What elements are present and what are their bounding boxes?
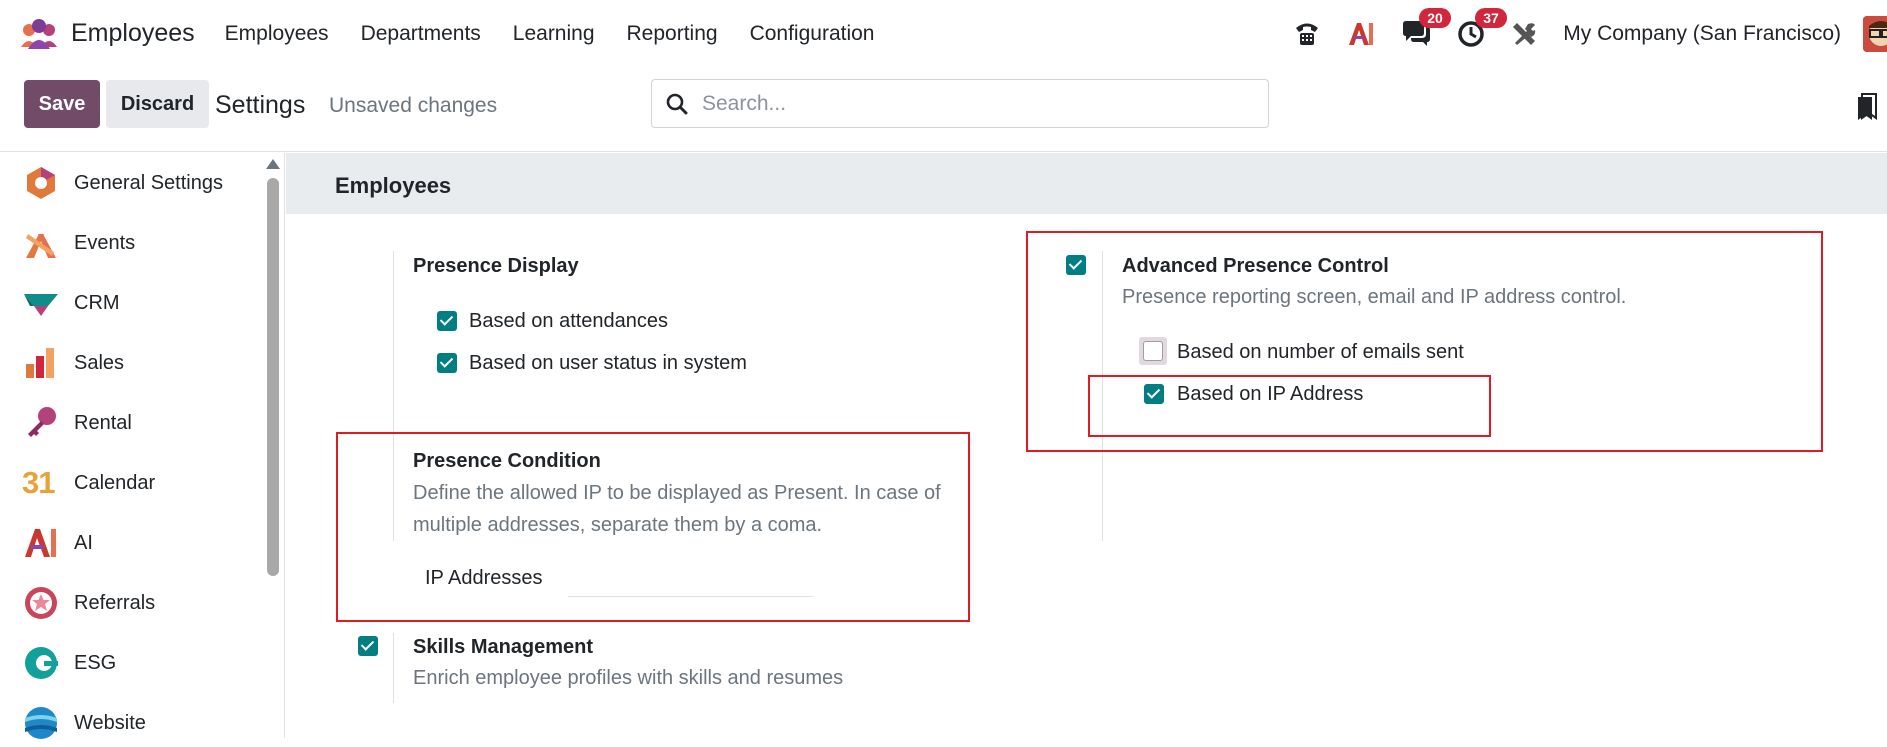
menu-item-learning[interactable]: Learning [513, 22, 595, 46]
settings-sidebar: General Settings Events CRM Sales Rental… [0, 153, 285, 739]
search-input[interactable] [702, 91, 1242, 116]
checkbox-based-on-attendances[interactable] [437, 311, 457, 331]
sidebar-item-sales[interactable]: Sales [22, 343, 124, 383]
events-icon [22, 224, 60, 262]
rental-icon [22, 404, 60, 442]
sidebar-item-label: Sales [74, 351, 125, 374]
sidebar-item-referrals[interactable]: Referrals [22, 583, 155, 623]
bookmark-icon[interactable] [1857, 93, 1877, 126]
option-label[interactable]: Based on user status in system [469, 352, 747, 375]
sidebar-item-crm[interactable]: CRM [22, 283, 120, 323]
ai-icon [22, 524, 60, 562]
sidebar-item-label: Referrals [74, 591, 156, 614]
general-settings-icon [22, 164, 60, 202]
ai-icon[interactable] [1347, 21, 1375, 47]
activities-icon[interactable]: 37 [1457, 7, 1507, 48]
presence-display-title: Presence Display [413, 255, 579, 277]
activities-badge: 37 [1475, 7, 1507, 28]
top-navbar: Employees Employees Departments Learning… [0, 0, 1887, 67]
sidebar-item-calendar[interactable]: 31 Calendar [22, 463, 155, 503]
control-panel: Save Discard Settings Unsaved changes [0, 67, 1887, 152]
sidebar-item-rental[interactable]: Rental [22, 403, 132, 443]
sidebar-item-label: AI [74, 531, 93, 554]
option-label[interactable]: Based on attendances [469, 310, 668, 333]
messages-badge: 20 [1419, 7, 1451, 28]
sidebar-item-label: Rental [74, 411, 132, 434]
menu-item-departments[interactable]: Departments [361, 22, 481, 46]
sales-icon [22, 344, 60, 382]
section-title: Employees [286, 153, 1887, 214]
sidebar-item-label: Website [74, 711, 146, 734]
website-icon [22, 704, 60, 742]
settings-tools-icon[interactable] [1511, 21, 1537, 47]
sidebar-item-label: Calendar [74, 471, 156, 494]
main-menu: Employees Departments Learning Reporting… [225, 22, 907, 46]
menu-item-reporting[interactable]: Reporting [627, 22, 718, 46]
systray: 20 37 My Company (San Francisco) [1293, 0, 1887, 67]
highlight-presence-condition [336, 432, 970, 622]
skills-management-description: Enrich employee profiles with skills and… [413, 667, 844, 689]
sidebar-item-events[interactable]: Events [22, 223, 135, 263]
crm-icon [22, 284, 60, 322]
referrals-icon [22, 584, 60, 622]
unsaved-changes-indicator: Unsaved changes [329, 94, 498, 117]
sidebar-scrollbar[interactable] [267, 178, 279, 576]
settings-main: Employees Presence Display Based on atte… [286, 153, 1887, 738]
checkbox-skills-management[interactable] [358, 636, 378, 656]
sidebar-item-label: ESG [74, 651, 117, 674]
employees-app-icon [19, 17, 59, 51]
discard-button[interactable]: Discard [106, 80, 209, 128]
sidebar-item-esg[interactable]: ESG [22, 643, 116, 683]
user-avatar[interactable] [1863, 15, 1887, 52]
esg-icon [22, 644, 60, 682]
scroll-up-arrow-icon[interactable] [266, 159, 280, 169]
search-icon [666, 93, 688, 115]
phone-icon[interactable] [1293, 20, 1321, 48]
messages-icon[interactable]: 20 [1401, 7, 1451, 48]
save-button[interactable]: Save [24, 80, 100, 128]
setting-divider [393, 633, 394, 703]
app-brand[interactable]: Employees [19, 17, 195, 51]
search-bar[interactable] [651, 79, 1269, 128]
sidebar-item-label: General Settings [74, 171, 223, 194]
calendar-icon: 31 [22, 465, 55, 500]
company-switcher[interactable]: My Company (San Francisco) [1563, 22, 1841, 46]
sidebar-item-website[interactable]: Website [22, 703, 146, 743]
menu-item-configuration[interactable]: Configuration [750, 22, 875, 46]
app-title: Employees [71, 19, 195, 47]
highlight-ip-address-option [1088, 375, 1491, 437]
sidebar-item-label: CRM [74, 291, 120, 314]
sidebar-item-general-settings[interactable]: General Settings [22, 163, 223, 203]
page-title: Settings [215, 91, 306, 119]
menu-item-employees[interactable]: Employees [225, 22, 329, 46]
skills-management-title: Skills Management [413, 636, 594, 658]
checkbox-based-on-user-status[interactable] [437, 353, 457, 373]
sidebar-item-label: Events [74, 231, 136, 254]
sidebar-item-ai[interactable]: AI [22, 523, 93, 563]
